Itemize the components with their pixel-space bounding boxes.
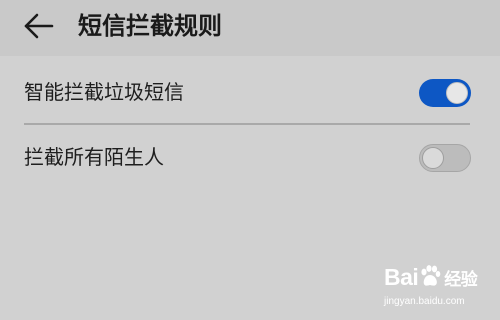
toggle-knob: [446, 82, 468, 104]
block-all-strangers-toggle[interactable]: [419, 144, 471, 172]
setting-row-smart-block-spam[interactable]: 智能拦截垃圾短信: [0, 62, 500, 122]
setting-label: 智能拦截垃圾短信: [24, 80, 184, 104]
toggle-knob: [422, 147, 444, 169]
divider: [24, 123, 470, 125]
baidu-jingyan-watermark: Bai 经验 jingyan.baidu.com: [384, 262, 494, 312]
paw-icon: [421, 265, 441, 286]
arrow-left-icon: [24, 13, 54, 39]
header-bar: 短信拦截规则: [0, 0, 500, 56]
watermark-url: jingyan.baidu.com: [384, 296, 465, 307]
back-button[interactable]: [22, 10, 56, 42]
smart-block-spam-toggle[interactable]: [419, 79, 471, 107]
watermark-brand-suffix: 经验: [444, 270, 478, 289]
setting-row-block-all-strangers[interactable]: 拦截所有陌生人: [0, 127, 500, 187]
page-title: 短信拦截规则: [78, 12, 222, 40]
watermark-brand: Bai 经验: [384, 264, 478, 292]
sms-block-rules-screen: 短信拦截规则 智能拦截垃圾短信 拦截所有陌生人 Bai 经验 jingyan.b…: [0, 0, 500, 320]
setting-label: 拦截所有陌生人: [24, 145, 164, 169]
watermark-brand-prefix: Bai: [384, 264, 419, 290]
